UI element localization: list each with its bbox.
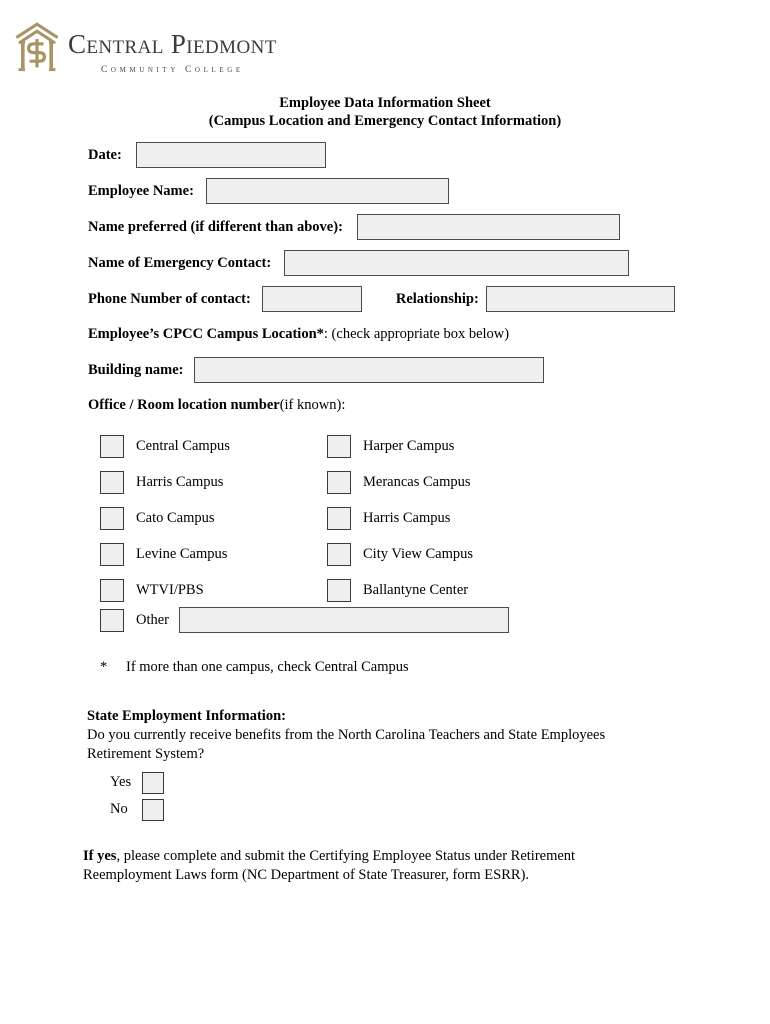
checkbox-cell: Ballantyne Center: [327, 578, 469, 602]
checkbox-central-campus[interactable]: [100, 434, 124, 458]
name-preferred-row: Name preferred (if different than above)…: [88, 214, 620, 240]
emergency-contact-label: Name of Emergency Contact:: [88, 254, 272, 271]
checkbox-ballantyne-center[interactable]: [327, 578, 351, 602]
checkbox-city-view-campus[interactable]: [327, 542, 351, 566]
cpcc-logo: Central Piedmont Community College: [14, 22, 277, 75]
campus-footnote: * If more than one campus, check Central …: [100, 659, 409, 676]
checkbox-no[interactable]: [142, 798, 164, 821]
date-label: Date:: [88, 146, 122, 163]
date-row: Date:: [88, 142, 326, 168]
checkbox-label: Central Campus: [136, 437, 230, 454]
employee-name-input[interactable]: [205, 178, 449, 204]
emergency-contact-input[interactable]: [284, 250, 630, 276]
building-name-row: Building name:: [88, 357, 545, 383]
checkbox-cell: Harper Campus: [327, 434, 455, 458]
closing-paragraph: If yes, please complete and submit the C…: [83, 847, 643, 885]
campus-location-heading-rest: : (check appropriate box below): [323, 326, 510, 342]
title-line-2: (Campus Location and Emergency Contact I…: [208, 113, 562, 129]
room-location-heading: Office / Room location number (if known)…: [88, 397, 345, 414]
checkbox-wtvi-pbs[interactable]: [100, 578, 124, 602]
other-input[interactable]: [179, 607, 510, 633]
closing-bold-lead: If yes: [83, 848, 117, 864]
building-name-input[interactable]: [194, 357, 545, 383]
checkbox-harris-campus[interactable]: [100, 470, 124, 494]
page-title: Employee Data Information Sheet (Campus …: [0, 94, 770, 130]
checkbox-levine-campus[interactable]: [100, 542, 124, 566]
checkbox-row: Central Campus Harper Campus: [100, 428, 520, 464]
logo-wordmark: Central Piedmont Community College: [68, 22, 277, 76]
no-label: No: [110, 801, 128, 817]
footnote-asterisk: *: [100, 659, 108, 675]
state-employment-question-line-2: Retirement System?: [87, 746, 205, 762]
no-row: No: [110, 796, 164, 823]
checkbox-row: Levine Campus City View Campus: [100, 536, 520, 572]
state-employment-question-line-1: Do you currently receive benefits from t…: [87, 727, 606, 743]
checkbox-yes[interactable]: [142, 771, 164, 794]
closing-text-line-1: , please complete and submit the Certify…: [116, 848, 576, 864]
checkbox-cell: WTVI/PBS: [100, 578, 327, 602]
campus-checkbox-grid: Central Campus Harper Campus Harris Camp…: [100, 428, 520, 608]
relationship-input[interactable]: [485, 286, 675, 312]
checkbox-harper-campus[interactable]: [327, 434, 351, 458]
campus-location-heading-bold: Employee’s CPCC Campus Location*: [88, 326, 324, 342]
checkbox-merancas-campus[interactable]: [327, 470, 351, 494]
other-label: Other: [136, 611, 170, 628]
emergency-contact-row: Name of Emergency Contact:: [88, 250, 630, 276]
room-location-heading-rest: (if known):: [279, 397, 346, 413]
other-campus-row: Other: [100, 607, 510, 633]
checkbox-label: Harris Campus: [363, 509, 451, 526]
campus-location-heading: Employee’s CPCC Campus Location* : (chec…: [88, 326, 509, 343]
checkbox-cato-campus[interactable]: [100, 506, 124, 530]
footnote-text: If more than one campus, check Central C…: [126, 659, 409, 675]
checkbox-label: WTVI/PBS: [136, 581, 204, 598]
employee-name-row: Employee Name:: [88, 178, 449, 204]
logo-primary-text: Central Piedmont: [68, 29, 277, 59]
checkbox-label: Levine Campus: [136, 545, 228, 562]
phone-input[interactable]: [261, 286, 362, 312]
checkbox-row: Cato Campus Harris Campus: [100, 500, 520, 536]
checkbox-label: Harris Campus: [136, 473, 224, 490]
phone-relationship-row: Phone Number of contact: Relationship:: [88, 286, 675, 312]
checkbox-other[interactable]: [100, 608, 124, 632]
state-employment-section: State Employment Information: Do you cur…: [87, 707, 647, 764]
checkbox-label: Merancas Campus: [363, 473, 471, 490]
checkbox-label: Harper Campus: [363, 437, 455, 454]
closing-text-line-2: Reemployment Laws form (NC Department of…: [83, 867, 530, 883]
employee-name-label: Employee Name:: [88, 182, 194, 199]
cpcc-house-monogram-icon: [15, 22, 59, 72]
title-line-1: Employee Data Information Sheet: [279, 95, 491, 111]
checkbox-row: WTVI/PBS Ballantyne Center: [100, 572, 520, 608]
checkbox-cell: City View Campus: [327, 542, 474, 566]
checkbox-row: Harris Campus Merancas Campus: [100, 464, 520, 500]
name-preferred-label: Name preferred (if different than above)…: [88, 218, 343, 235]
checkbox-label: City View Campus: [363, 545, 474, 562]
yes-row: Yes: [110, 769, 164, 796]
checkbox-cell: Harris Campus: [327, 506, 451, 530]
state-employment-heading: State Employment Information:: [87, 708, 286, 724]
room-location-heading-bold: Office / Room location number: [88, 397, 280, 413]
building-name-label: Building name:: [88, 361, 184, 378]
phone-label: Phone Number of contact:: [88, 290, 251, 307]
logo-secondary-text: Community College: [100, 65, 244, 75]
checkbox-harris-campus-2[interactable]: [327, 506, 351, 530]
checkbox-label: Cato Campus: [136, 509, 215, 526]
date-input[interactable]: [135, 142, 326, 168]
checkbox-cell: Cato Campus: [100, 506, 327, 530]
checkbox-cell: Central Campus: [100, 434, 327, 458]
name-preferred-input[interactable]: [356, 214, 620, 240]
checkbox-cell: Harris Campus: [100, 470, 327, 494]
checkbox-cell: Merancas Campus: [327, 470, 471, 494]
yes-no-group: Yes No: [110, 769, 164, 823]
checkbox-cell: Levine Campus: [100, 542, 327, 566]
checkbox-label: Ballantyne Center: [363, 581, 469, 598]
yes-label: Yes: [110, 774, 132, 790]
relationship-label: Relationship:: [395, 290, 479, 307]
